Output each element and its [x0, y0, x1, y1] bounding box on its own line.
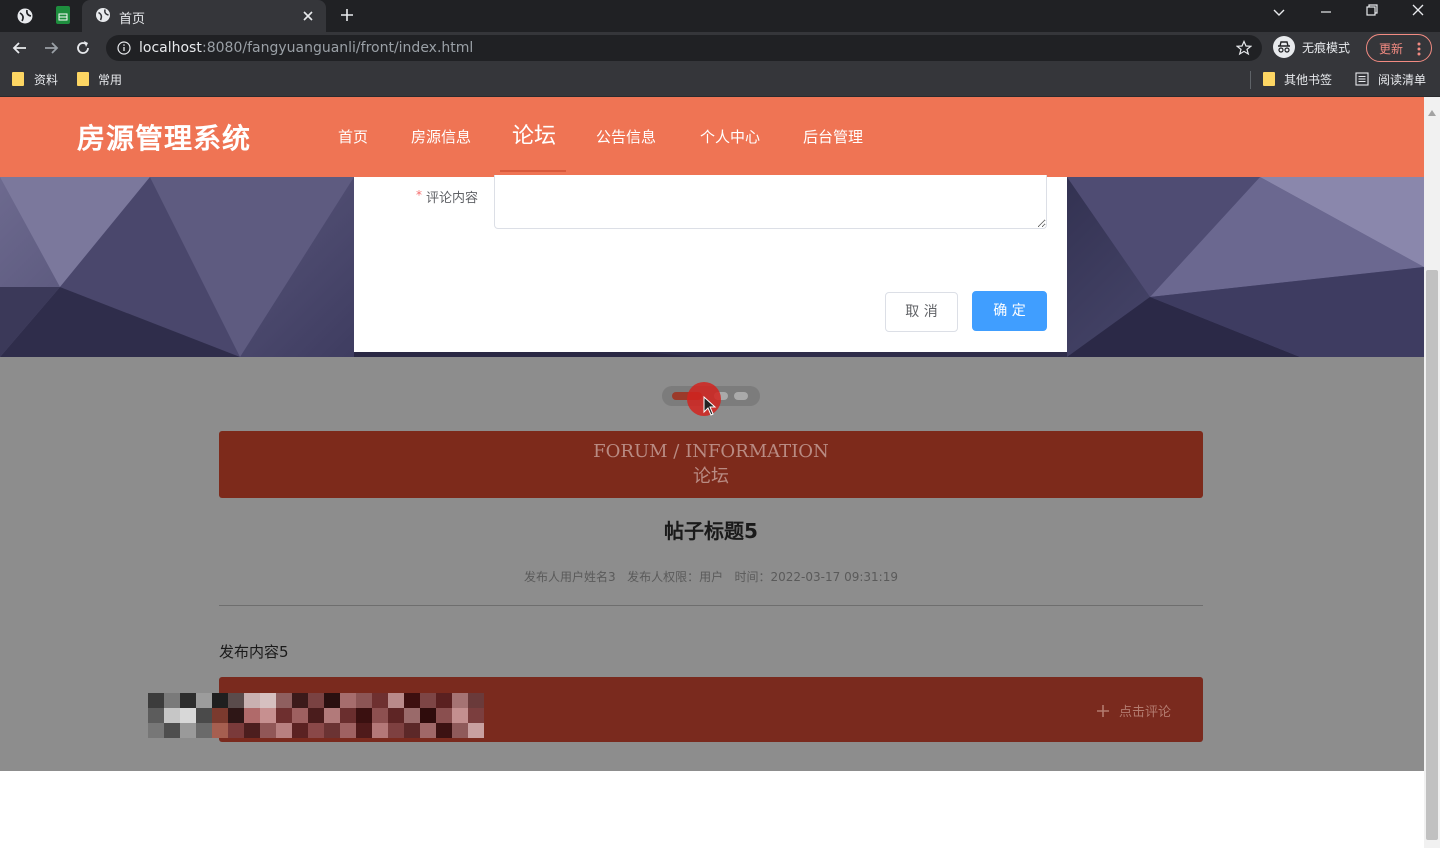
dimmed-content-area: FORUM / INFORMATION 论坛 帖子标题5 发布人用户姓名3 发布… — [0, 357, 1424, 771]
post-content: 发布内容5 — [219, 643, 289, 661]
tab-home[interactable]: 首页 — [82, 0, 326, 32]
tab-globe-icon — [95, 7, 111, 23]
post-meta: 发布人用户姓名3 发布人权限：用户 时间：2022-03-17 09:31:19 — [524, 570, 898, 584]
confirm-button[interactable]: 确 定 — [972, 291, 1047, 331]
nav-home[interactable]: 首页 — [338, 97, 368, 177]
folder-icon — [1263, 72, 1275, 86]
mouse-pointer-icon — [703, 395, 717, 416]
nav-announcements[interactable]: 公告信息 — [596, 97, 656, 177]
forum-banner-cn: 论坛 — [693, 466, 729, 487]
nav-forum[interactable]: 论坛 — [512, 97, 556, 177]
nav-personal-center[interactable]: 个人中心 — [700, 97, 760, 177]
scroll-up-arrow-icon[interactable] — [1428, 101, 1436, 116]
cancel-label: 取 消 — [905, 304, 938, 320]
plus-icon[interactable] — [1096, 703, 1110, 717]
address-bar[interactable]: localhost :8080/fangyuanguanli/front/ind… — [106, 35, 1262, 61]
scrollbar-thumb[interactable] — [1426, 270, 1438, 840]
bookmark-star-icon[interactable] — [1235, 40, 1253, 56]
new-tab-icon[interactable] — [338, 6, 356, 24]
restore-icon[interactable] — [1364, 2, 1380, 18]
incognito-label: 无痕模式 — [1302, 41, 1351, 55]
nav-active-underline — [500, 170, 566, 172]
site-info-icon[interactable] — [116, 40, 132, 56]
nav-listings[interactable]: 房源信息 — [411, 97, 471, 177]
url-path: :8080/fangyuanguanli/front/index.html — [202, 40, 474, 56]
forward-icon[interactable] — [41, 38, 61, 58]
folder-icon — [77, 72, 89, 86]
comment-content-label: 评论内容 — [426, 191, 479, 206]
update-label: 更新 — [1379, 42, 1404, 56]
incognito-icon[interactable] — [1273, 36, 1295, 58]
required-asterisk: * — [416, 188, 422, 202]
comment-dialog: * 评论内容 取 消 确 定 — [354, 175, 1067, 352]
minimize-icon[interactable] — [1318, 4, 1334, 20]
menu-dots-icon[interactable] — [1417, 41, 1421, 56]
tab-close-icon[interactable] — [300, 8, 316, 24]
carousel-dot[interactable] — [734, 392, 748, 400]
comment-textarea[interactable] — [494, 175, 1047, 229]
nav-admin[interactable]: 后台管理 — [803, 97, 863, 177]
url-host: localhost — [139, 40, 202, 56]
site-logo[interactable]: 房源管理系统 — [77, 117, 251, 157]
folder-icon — [12, 72, 24, 86]
globe-icon[interactable] — [16, 7, 34, 25]
update-button[interactable]: 更新 — [1366, 34, 1432, 62]
bookmark-folder-ziliao[interactable]: 资料 — [34, 71, 58, 88]
sheets-app-icon[interactable] — [56, 6, 70, 24]
forum-banner: FORUM / INFORMATION 论坛 — [219, 431, 1203, 498]
tab-title: 首页 — [119, 12, 146, 27]
page-viewport: 房源管理系统 首页 房源信息 论坛 公告信息 个人中心 后台管理 FORUM /… — [0, 97, 1424, 848]
reading-list[interactable]: 阅读清单 — [1378, 71, 1426, 88]
tab-search-icon[interactable] — [1271, 4, 1287, 20]
post-title: 帖子标题5 — [664, 519, 758, 543]
site-header: 房源管理系统 首页 房源信息 论坛 公告信息 个人中心 后台管理 — [0, 97, 1424, 177]
back-icon[interactable] — [10, 38, 30, 58]
redacted-avatar — [148, 693, 484, 738]
divider — [1250, 71, 1251, 89]
browser-tab-bar: 首页 — [0, 0, 1440, 32]
window-close-icon[interactable] — [1410, 2, 1426, 18]
add-comment-button[interactable]: 点击评论 — [1119, 701, 1171, 720]
reading-list-icon — [1355, 71, 1369, 86]
page-bottom-whitespace — [0, 771, 1424, 848]
confirm-label: 确 定 — [993, 303, 1026, 319]
divider — [219, 605, 1203, 606]
browser-toolbar: localhost :8080/fangyuanguanli/front/ind… — [0, 32, 1440, 64]
cancel-button[interactable]: 取 消 — [885, 292, 958, 332]
bookmark-folder-changyong[interactable]: 常用 — [98, 71, 122, 88]
other-bookmarks[interactable]: 其他书签 — [1284, 71, 1332, 88]
reload-icon[interactable] — [73, 38, 93, 58]
forum-banner-en: FORUM / INFORMATION — [593, 441, 829, 462]
bookmarks-bar: 资料 常用 其他书签 阅读清单 — [0, 64, 1440, 97]
